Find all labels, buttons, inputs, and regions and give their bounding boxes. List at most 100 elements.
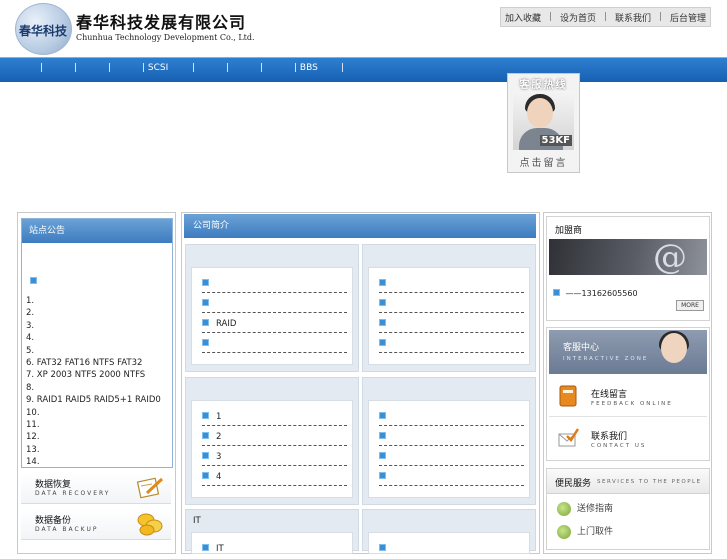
data-backup-subtitle: DATA BACKUP — [35, 526, 99, 533]
service-agent-photo: 53KF — [513, 92, 574, 150]
list-item[interactable] — [202, 334, 347, 353]
at-sign-icon: @ — [653, 237, 687, 277]
content-list — [368, 532, 530, 554]
content-list: RAID — [191, 267, 353, 365]
online-message-subtitle: FEEDBACK ONLINE — [591, 401, 673, 407]
separator: | — [658, 12, 663, 22]
separator: | — [603, 12, 608, 22]
online-message-link[interactable]: 在线留言 FEEDBACK ONLINE — [549, 376, 707, 417]
contact-us-subtitle: CONTACT US — [591, 443, 647, 449]
nav-item[interactable]: | — [192, 63, 195, 73]
logo-text: 春华科技 — [19, 24, 68, 38]
people-services-title: 便民服务 — [555, 479, 592, 489]
data-recovery-title: 数据恢复 — [35, 480, 72, 490]
list-item[interactable]: RAID — [202, 314, 347, 333]
list-item[interactable]: 1 — [202, 407, 347, 426]
site-notice-panel: 站点公告 1. 2. 3. 4. 5. 6. FAT32 FAT16 NTFS … — [21, 218, 173, 468]
company-intro-title: 公司简介 — [184, 214, 536, 238]
repair-guide-icon — [557, 501, 571, 516]
list-item[interactable] — [202, 274, 347, 293]
notice-item[interactable]: 4. — [26, 332, 161, 344]
content-box — [362, 377, 536, 505]
notice-item[interactable]: 12. — [26, 431, 161, 443]
agent-avatar — [661, 333, 687, 363]
gold-coins-icon — [137, 513, 163, 536]
contact-us-title: 联系我们 — [591, 432, 628, 442]
notice-item[interactable]: 7. XP 2003 NTFS 2000 NTFS — [26, 369, 161, 381]
online-message-title: 在线留言 — [591, 390, 628, 400]
support-center-panel: 客服中心 INTERACTIVE ZONE 在线留言 FEEDBACK ONLI… — [546, 327, 710, 461]
notice-item[interactable]: 1. — [26, 295, 161, 307]
notice-item[interactable]: 6. FAT32 FAT16 NTFS FAT32 — [26, 357, 161, 369]
list-item[interactable]: IT — [202, 539, 347, 557]
nav-item[interactable]: | — [341, 63, 344, 73]
more-button[interactable]: MORE — [676, 300, 704, 311]
notice-item[interactable]: 13. — [26, 444, 161, 456]
people-services-panel: 便民服务 SERVICES TO THE PEOPLE 送修指南 上门取件 — [546, 468, 710, 550]
list-item[interactable]: 2 — [202, 427, 347, 446]
notice-bullet-icon — [30, 277, 40, 287]
franchise-phone[interactable]: ——13162605560 — [553, 289, 638, 298]
data-backup-link[interactable]: 数据备份 DATA BACKUP — [21, 509, 171, 540]
list-item[interactable] — [379, 407, 524, 426]
data-recovery-link[interactable]: 数据恢复 DATA RECOVERY — [21, 473, 171, 504]
nav-item-bbs[interactable]: | BBS — [294, 63, 318, 73]
franchise-title: 加盟商 — [555, 226, 583, 236]
list-item[interactable] — [379, 467, 524, 486]
company-name-en: Chunhua Technology Development Co., Ltd. — [76, 33, 255, 42]
company-name-cn: 春华科技发展有限公司 — [76, 13, 247, 32]
nav-item[interactable]: | — [226, 63, 229, 73]
support-title: 客服中心 — [563, 343, 600, 353]
notice-list: 1. 2. 3. 4. 5. 6. FAT32 FAT16 NTFS FAT32… — [26, 295, 161, 469]
document-pencil-icon — [136, 477, 164, 499]
notice-item[interactable]: 10. — [26, 407, 161, 419]
notice-item[interactable]: 5. — [26, 345, 161, 357]
service-photo-tag: 53KF — [539, 135, 572, 146]
list-item[interactable] — [379, 274, 524, 293]
nav-item[interactable]: | — [74, 63, 77, 73]
content-list — [368, 267, 530, 365]
pickup-service-link[interactable]: 上门取件 — [557, 524, 613, 539]
list-item[interactable] — [379, 314, 524, 333]
nav-item[interactable]: | — [108, 63, 111, 73]
notice-item[interactable]: 2. — [26, 307, 161, 319]
admin-link[interactable]: 后台管理 — [670, 11, 706, 24]
list-item[interactable]: 3 — [202, 447, 347, 466]
notice-item[interactable]: 14. — [26, 456, 161, 468]
content-box — [362, 244, 536, 372]
add-favorite-link[interactable]: 加入收藏 — [505, 11, 541, 24]
notice-item[interactable]: 11. — [26, 419, 161, 431]
notice-item[interactable]: 9. RAID1 RAID5 RAID5+1 RAID0 — [26, 394, 161, 406]
content-list: IT — [191, 532, 353, 554]
leave-message-button[interactable]: 点击留言 — [508, 154, 579, 169]
pickup-service-icon — [557, 524, 571, 539]
nav-item[interactable]: | — [40, 63, 43, 73]
set-homepage-link[interactable]: 设为首页 — [560, 11, 596, 24]
list-item[interactable]: 4 — [202, 467, 347, 486]
list-item[interactable] — [202, 294, 347, 313]
nav-item-scsi[interactable]: | SCSI — [142, 63, 168, 73]
list-item[interactable] — [379, 294, 524, 313]
contact-us-item[interactable]: 联系我们 CONTACT US — [549, 418, 707, 458]
top-links-bar: 加入收藏 | 设为首页 | 联系我们 | 后台管理 — [500, 7, 711, 27]
repair-guide-link[interactable]: 送修指南 — [557, 501, 613, 516]
service-hotline-title: 客服热线 — [519, 80, 568, 91]
site-notice-title: 站点公告 — [22, 219, 172, 243]
main-nav: | | | | SCSI | | | | BBS | — [0, 57, 727, 82]
customer-service-widget[interactable]: 客服热线 53KF 点击留言 — [507, 73, 580, 173]
notice-item[interactable]: 8. — [26, 382, 161, 394]
support-subtitle: INTERACTIVE ZONE — [563, 356, 649, 362]
notice-item[interactable]: 3. — [26, 320, 161, 332]
list-item[interactable] — [379, 427, 524, 446]
people-services-header: 便民服务 SERVICES TO THE PEOPLE — [547, 469, 709, 494]
franchise-panel: 加盟商 @ ——13162605560 MORE — [546, 216, 710, 321]
content-list: 1 2 3 4 — [191, 400, 353, 498]
list-item[interactable] — [379, 539, 524, 557]
content-list — [368, 400, 530, 498]
contact-us-link[interactable]: 联系我们 — [615, 11, 651, 24]
list-item[interactable] — [379, 334, 524, 353]
list-item[interactable] — [379, 447, 524, 466]
support-banner: 客服中心 INTERACTIVE ZONE — [549, 330, 707, 374]
envelope-check-icon — [558, 428, 579, 447]
nav-item[interactable]: | — [260, 63, 263, 73]
